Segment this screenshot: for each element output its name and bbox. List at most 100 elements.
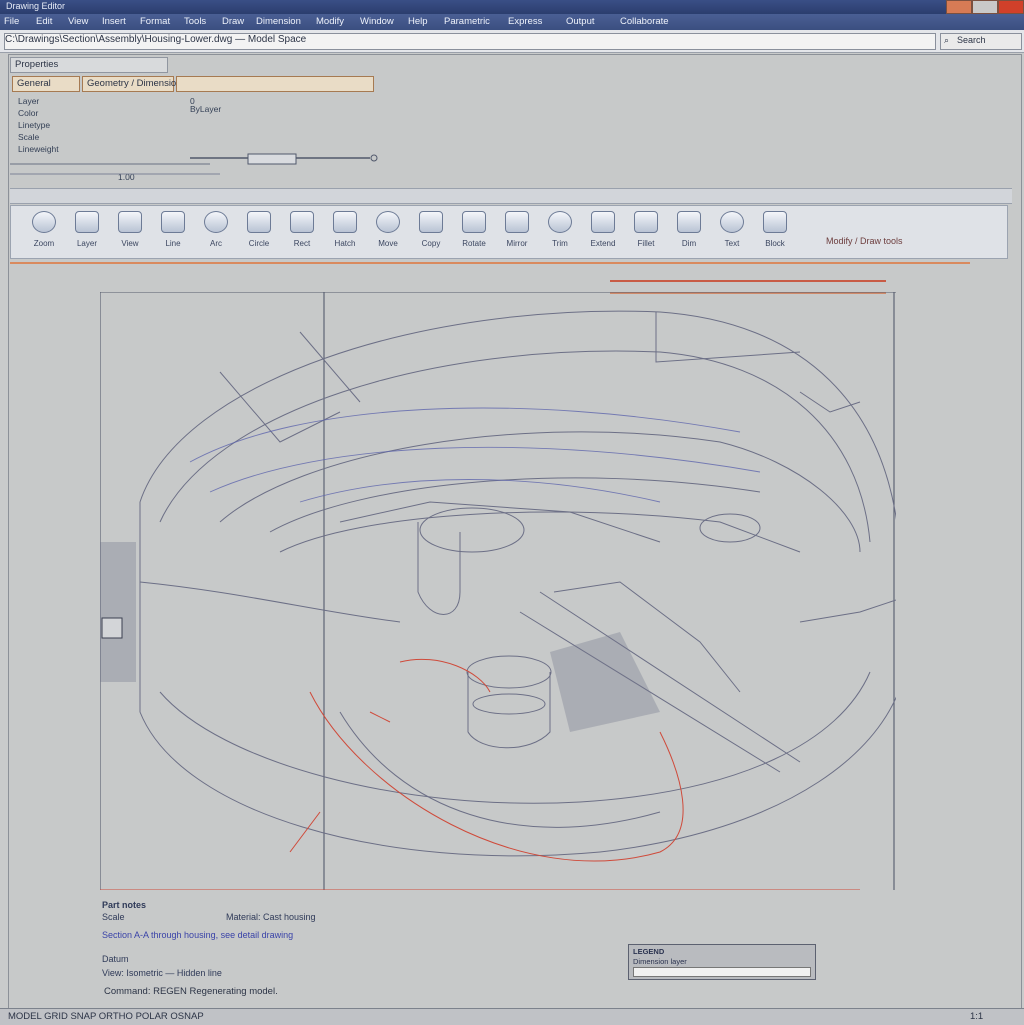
menu-item[interactable]: Help: [408, 16, 428, 27]
menu-item[interactable]: Output: [566, 16, 595, 27]
layer-tool-icon: [75, 211, 99, 233]
rect-tool-icon: [290, 211, 314, 233]
tool-label: Dim: [681, 239, 697, 248]
ruler-line: [10, 262, 970, 264]
tool-label: Rotate: [462, 239, 486, 248]
file-path-field[interactable]: C:\Drawings\Section\Assembly\Housing-Low…: [4, 33, 936, 50]
menu-item[interactable]: Parametric: [444, 16, 490, 27]
menu-item[interactable]: Modify: [316, 16, 344, 27]
zoom-tool-icon: [32, 211, 56, 233]
tool-button[interactable]: Block: [753, 205, 797, 257]
search-label: Search: [957, 35, 986, 45]
menu-bar: File Edit View Insert Format Tools Draw …: [0, 14, 1024, 30]
minimize-button[interactable]: [946, 0, 972, 14]
menu-item[interactable]: Insert: [102, 16, 126, 27]
tool-label: Circle: [248, 239, 270, 248]
status-toggles[interactable]: MODEL GRID SNAP ORTHO POLAR OSNAP: [8, 1011, 204, 1022]
circle-tool-icon: [247, 211, 271, 233]
toolbar-status: Modify / Draw tools: [826, 236, 903, 246]
notes-line: Section A-A through housing, see detail …: [102, 930, 294, 940]
search-field[interactable]: ⌕ Search: [940, 33, 1022, 50]
grip-handle[interactable]: [101, 617, 123, 639]
menu-item[interactable]: Edit: [36, 16, 52, 27]
tool-label: Mirror: [506, 239, 528, 248]
block-tool-icon: [763, 211, 787, 233]
tool-button[interactable]: Fillet: [624, 205, 668, 257]
tool-label: Block: [765, 239, 785, 248]
menu-item[interactable]: Dimension: [256, 16, 301, 27]
prop-label: Scale: [18, 132, 40, 142]
notes-line: Scale: [102, 912, 125, 922]
menu-item[interactable]: Window: [360, 16, 394, 27]
arc-tool-icon: [204, 211, 228, 233]
tool-button[interactable]: Hatch: [323, 205, 367, 257]
menu-item[interactable]: Collaborate: [620, 16, 669, 27]
tool-button[interactable]: Rect: [280, 205, 324, 257]
dim-tool-icon: [677, 211, 701, 233]
prop-value: ByLayer: [190, 104, 222, 114]
tool-button[interactable]: Circle: [237, 205, 281, 257]
copy-tool-icon: [419, 211, 443, 233]
status-scale[interactable]: 1:1: [970, 1011, 983, 1022]
drawing-canvas[interactable]: [100, 292, 896, 890]
toolbar-header: [10, 188, 1012, 204]
tool-label: Arc: [210, 239, 222, 248]
menu-item[interactable]: Draw: [222, 16, 244, 27]
prop-label: Linetype: [18, 120, 51, 130]
tool-label: Extend: [590, 239, 616, 248]
properties-tab-label: Properties: [15, 59, 59, 70]
tool-button[interactable]: Rotate: [452, 205, 496, 257]
fillet-tool-icon: [634, 211, 658, 233]
menu-item[interactable]: Format: [140, 16, 170, 27]
mirror-tool-icon: [505, 211, 529, 233]
tool-label: Layer: [76, 239, 97, 248]
tool-button[interactable]: Zoom: [22, 205, 66, 257]
tool-label: Fillet: [637, 239, 655, 248]
tool-label: Text: [724, 239, 740, 248]
property-slider[interactable]: [10, 150, 390, 186]
notes-line: View: Isometric — Hidden line: [102, 968, 222, 978]
tool-button[interactable]: Trim: [538, 205, 582, 257]
legend-title: LEGEND: [633, 947, 665, 956]
properties-tab[interactable]: Properties: [10, 57, 168, 73]
legend-swatch: [633, 967, 811, 977]
hatch-tool-icon: [333, 211, 357, 233]
tool-label: Zoom: [33, 239, 55, 248]
tool-button[interactable]: Dim: [667, 205, 711, 257]
menu-item[interactable]: Express: [508, 16, 542, 27]
tool-button[interactable]: Copy: [409, 205, 453, 257]
rotate-tool-icon: [462, 211, 486, 233]
menu-item[interactable]: File: [4, 16, 19, 27]
legend-box: LEGEND Dimension layer: [628, 944, 816, 980]
tool-label: Copy: [421, 239, 441, 248]
tool-button[interactable]: Extend: [581, 205, 625, 257]
tool-button[interactable]: Line: [151, 205, 195, 257]
menu-item[interactable]: View: [68, 16, 88, 27]
close-button[interactable]: [998, 0, 1024, 14]
prop-label: Color: [18, 108, 39, 118]
tool-button[interactable]: Move: [366, 205, 410, 257]
view-tool-icon: [118, 211, 142, 233]
style-field-a[interactable]: Geometry / Dimension Style: [82, 76, 205, 92]
tool-button[interactable]: Arc: [194, 205, 238, 257]
style-field-b[interactable]: [176, 76, 374, 92]
ruler-line: [610, 280, 886, 282]
command-line[interactable]: Command: REGEN Regenerating model.: [104, 986, 444, 1000]
tool-button[interactable]: Text: [710, 205, 754, 257]
menu-item[interactable]: Tools: [184, 16, 206, 27]
move-tool-icon: [376, 211, 400, 233]
line-tool-icon: [161, 211, 185, 233]
general-field[interactable]: General: [12, 76, 80, 92]
notes-heading: Part notes: [102, 900, 147, 910]
tool-button[interactable]: Layer: [65, 205, 109, 257]
status-bar: MODEL GRID SNAP ORTHO POLAR OSNAP 1:1: [0, 1008, 1024, 1025]
prop-label: Layer: [18, 96, 40, 106]
extend-tool-icon: [591, 211, 615, 233]
tool-label: Hatch: [334, 239, 356, 248]
tool-button[interactable]: Mirror: [495, 205, 539, 257]
maximize-button[interactable]: [972, 0, 998, 14]
tool-label: Move: [378, 239, 398, 248]
notes-line: Material: Cast housing: [226, 912, 316, 922]
notes-line: Datum: [102, 954, 129, 964]
tool-button[interactable]: View: [108, 205, 152, 257]
